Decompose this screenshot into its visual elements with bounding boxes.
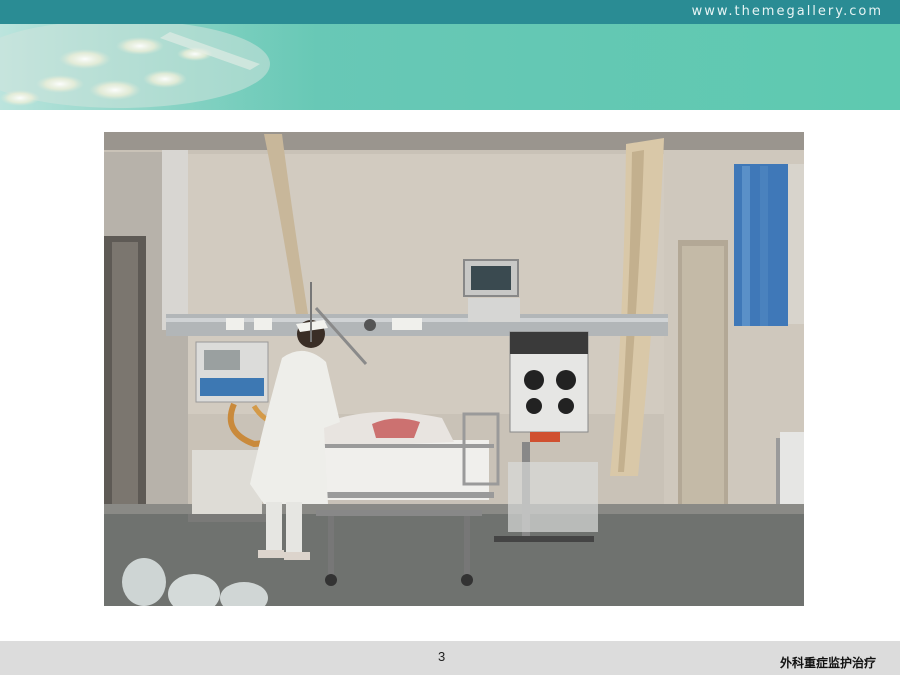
footer-bar: 3 外科重症监护治疗: [0, 641, 900, 675]
footer-title: 外科重症监护治疗: [779, 656, 876, 670]
page-number: 3: [438, 649, 446, 664]
icu-photo: [104, 132, 804, 606]
site-url: www.themegallery.com: [691, 4, 883, 19]
top-bar: www.themegallery.com: [0, 0, 900, 24]
header-banner: [0, 24, 900, 110]
surgical-lamp-graphic: [0, 24, 360, 110]
